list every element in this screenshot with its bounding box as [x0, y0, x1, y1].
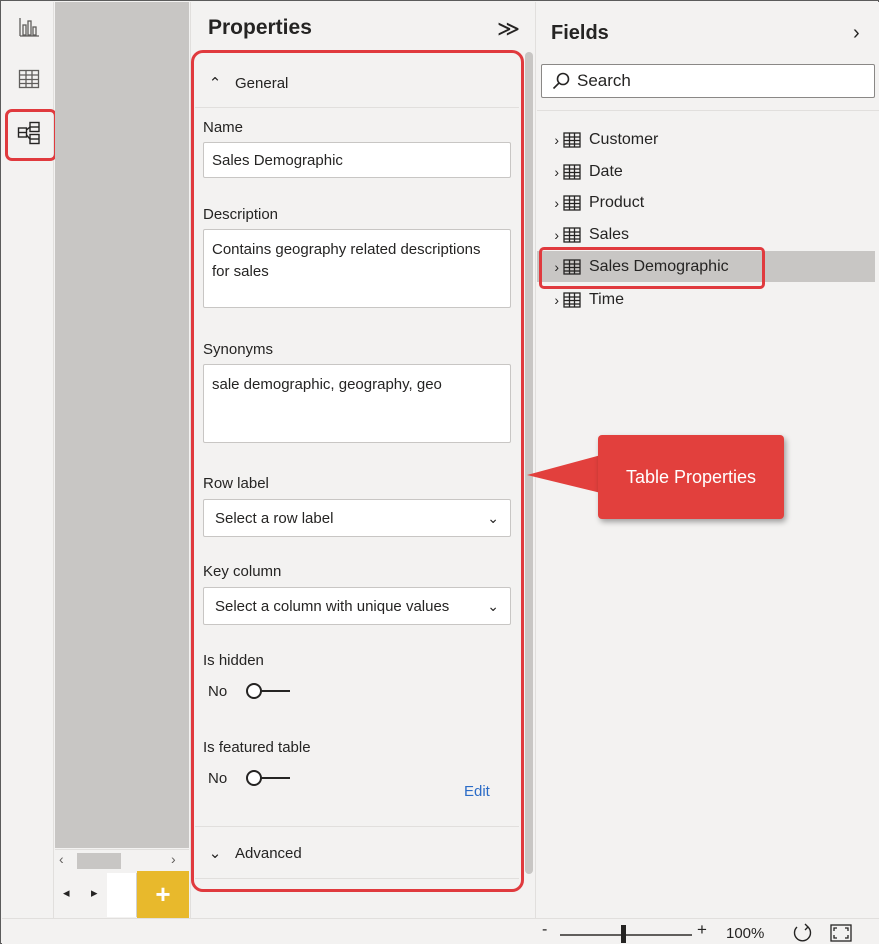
page-prev-icon[interactable]: ◂ — [63, 885, 70, 901]
data-view-icon — [18, 69, 40, 89]
app-window: ‹ › ◂ ▸ + Properties ≫ ⌃ General Name De… — [0, 0, 879, 944]
table-properties-callout: Table Properties — [598, 435, 784, 519]
properties-title: Properties — [208, 16, 312, 39]
table-icon — [563, 226, 581, 243]
table-icon — [563, 131, 581, 148]
table-icon — [563, 194, 581, 211]
callout-pointer — [527, 455, 601, 493]
chevron-right-icon: › — [554, 194, 559, 211]
field-table-label: Sales — [589, 225, 630, 243]
horizontal-scrollbar[interactable]: ‹ › — [55, 849, 189, 871]
properties-pane: Properties ≫ ⌃ General Name Description … — [190, 2, 536, 918]
chevron-right-icon: › — [554, 226, 559, 243]
divider — [537, 110, 879, 111]
fit-to-page-icon[interactable] — [830, 924, 852, 942]
collapse-pane-icon[interactable]: ≫ — [497, 16, 520, 42]
field-table-label: Date — [589, 162, 623, 180]
page-tab[interactable] — [107, 873, 137, 917]
status-bar: - + 100% — [2, 918, 879, 944]
search-icon — [552, 72, 570, 90]
canvas-area — [55, 2, 189, 848]
report-view-button[interactable] — [10, 8, 48, 46]
chevron-right-icon: › — [554, 163, 559, 180]
data-view-button[interactable] — [10, 60, 48, 98]
report-view-icon — [19, 18, 39, 37]
fields-title: Fields — [551, 22, 609, 44]
field-table-date[interactable]: › Date — [537, 156, 875, 187]
table-icon — [563, 291, 581, 308]
search-input[interactable] — [577, 71, 857, 91]
scroll-right-icon[interactable]: › — [171, 851, 176, 867]
zoom-slider-thumb[interactable] — [621, 925, 626, 943]
expand-pane-icon[interactable]: › — [853, 22, 860, 45]
field-table-label: Time — [589, 290, 624, 308]
zoom-slider[interactable] — [560, 934, 692, 936]
field-table-product[interactable]: › Product — [537, 187, 875, 218]
page-tabs-bar: ◂ ▸ + — [55, 871, 189, 918]
page-next-icon[interactable]: ▸ — [91, 885, 98, 901]
field-table-label: Product — [589, 193, 645, 211]
field-table-sales[interactable]: › Sales — [537, 219, 875, 250]
fields-search-box[interactable] — [541, 64, 875, 98]
reset-zoom-icon[interactable] — [792, 923, 814, 943]
table-icon — [563, 163, 581, 180]
model-view-highlight — [5, 109, 57, 161]
field-table-label: Customer — [589, 130, 659, 148]
add-page-button[interactable]: + — [137, 871, 189, 918]
zoom-out-button[interactable]: - — [542, 921, 547, 939]
sales-demographic-highlight — [539, 247, 765, 289]
scrollbar-thumb[interactable] — [77, 853, 121, 869]
zoom-level: 100% — [726, 925, 765, 942]
field-table-customer[interactable]: › Customer — [537, 124, 875, 155]
properties-highlight — [191, 50, 524, 892]
chevron-right-icon: › — [554, 291, 559, 308]
scroll-left-icon[interactable]: ‹ — [59, 851, 64, 867]
chevron-right-icon: › — [554, 131, 559, 148]
zoom-in-button[interactable]: + — [697, 920, 707, 940]
